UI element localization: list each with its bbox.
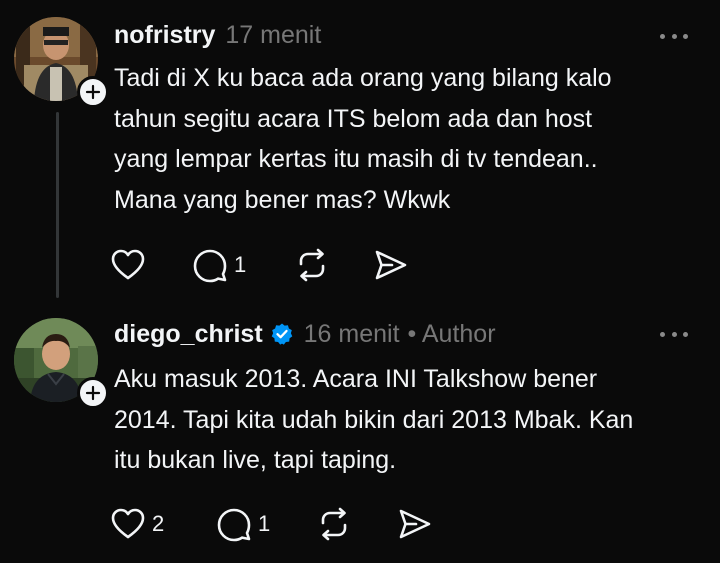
post-text-line: Mana yang bener mas? Wkwk	[114, 185, 451, 214]
post-header: nofristry 17 menit	[114, 17, 321, 53]
comment-icon	[217, 508, 251, 542]
repost-icon	[299, 248, 325, 282]
share-icon	[375, 250, 407, 280]
repost-button[interactable]	[316, 504, 352, 544]
post-text-line: Tadi di X ku baca ada orang yang bilang …	[114, 64, 612, 92]
like-button[interactable]	[110, 245, 146, 285]
repost-icon	[321, 507, 347, 541]
username[interactable]: diego_christ	[114, 320, 263, 349]
share-button[interactable]	[372, 245, 408, 285]
post-text: Tadi di X ku baca ada orang yang bilang …	[114, 58, 699, 220]
post-text-line: 2014. Tapi kita udah bikin dari 2013 Mba…	[114, 405, 634, 434]
like-button[interactable]: 2	[110, 504, 164, 544]
reply-button[interactable]: 1	[192, 245, 246, 285]
thread-line	[56, 112, 59, 298]
more-icon[interactable]	[660, 329, 688, 339]
like-count: 2	[152, 511, 165, 536]
comment-icon	[193, 249, 227, 283]
author-tag: • Author	[407, 319, 496, 348]
verified-badge-icon	[270, 322, 294, 346]
reply-count: 1	[258, 511, 271, 536]
reply-button[interactable]: 1	[216, 504, 270, 544]
comment-post: nofristry 17 menit Tadi di X ku baca ada…	[0, 0, 720, 300]
avatar-container	[14, 17, 109, 108]
share-icon	[399, 509, 431, 539]
username[interactable]: nofristry	[114, 21, 215, 50]
follow-plus-icon[interactable]	[77, 76, 109, 108]
post-text-line: Aku masuk 2013. Acara INI Talkshow bener	[114, 365, 598, 393]
post-text-line: tahun segitu acara ITS belom ada dan hos…	[114, 104, 593, 133]
more-icon[interactable]	[660, 31, 688, 41]
post-header: diego_christ 16 menit • Author	[114, 316, 496, 352]
share-button[interactable]	[396, 504, 432, 544]
avatar-container	[14, 318, 109, 409]
timestamp: 17 menit	[225, 20, 322, 49]
timestamp: 16 menit	[303, 319, 400, 348]
heart-icon	[111, 508, 145, 539]
post-text-line: itu bukan live, tapi taping.	[114, 446, 397, 474]
reply-count: 1	[234, 252, 247, 277]
follow-plus-icon[interactable]	[77, 377, 109, 409]
heart-icon	[111, 249, 145, 280]
repost-button[interactable]	[294, 245, 330, 285]
post-text-line: yang lempar kertas itu masih di tv tende…	[114, 145, 598, 173]
post-text: Aku masuk 2013. Acara INI Talkshow bener…	[114, 359, 699, 481]
